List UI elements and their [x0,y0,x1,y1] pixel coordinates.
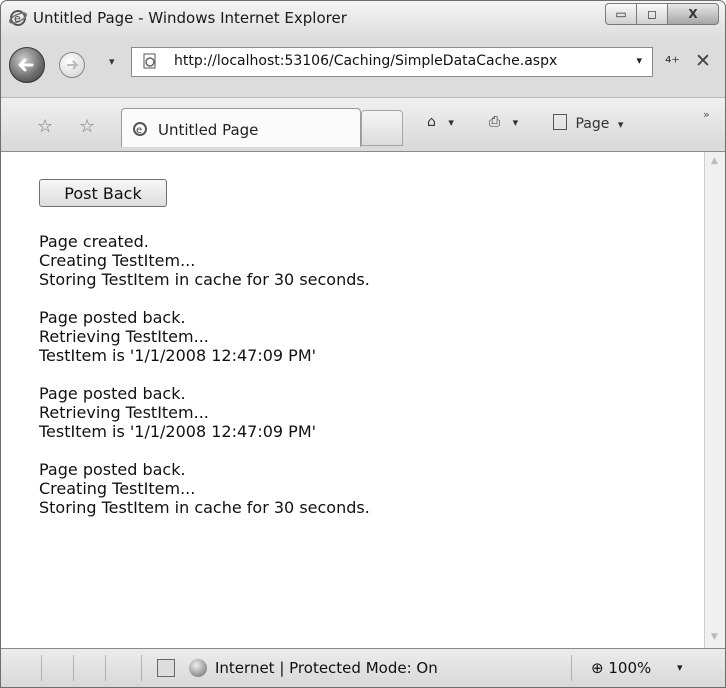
favorites-star-icon[interactable]: ☆ [37,116,53,137]
home-menu-arrow: ▾ [448,116,454,129]
window-title: Untitled Page - Windows Internet Explore… [33,9,347,27]
log-line: Retrieving TestItem... [39,403,209,422]
page-menu-button[interactable]: Page ▾ [553,114,623,132]
forward-button[interactable] [59,52,85,78]
log-line: Creating TestItem... [39,251,196,270]
url-text[interactable]: http://localhost:53106/Caching/SimpleDat… [174,53,557,69]
navigation-bar: ▾ http://localhost:53106/Caching/SimpleD… [1,39,725,83]
title-bar: e Untitled Page - Windows Internet Explo… [1,1,725,35]
security-report-icon[interactable] [157,659,175,677]
web-page: Post Back Page created. Creating TestIte… [1,152,705,648]
print-icon: ⎙ [489,114,501,130]
svg-text:e: e [136,125,142,136]
back-arrow-icon [18,58,34,72]
page-menu-label: Page [575,116,610,132]
address-bar[interactable]: http://localhost:53106/Caching/SimpleDat… [131,47,653,77]
log-line: Storing TestItem in cache for 30 seconds… [39,270,370,289]
zoom-icon: ⊕ [591,659,604,677]
log-line: Page posted back. [39,460,186,479]
svg-text:e: e [14,12,21,25]
status-divider [105,655,106,681]
close-button[interactable]: X [668,3,719,25]
home-button[interactable]: ⌂ ▾ [427,114,454,130]
zoom-level[interactable]: ⊕ 100% [591,659,651,677]
ie-logo-icon: e [9,10,27,26]
log-line: TestItem is '1/1/2008 12:47:09 PM' [39,346,317,365]
post-back-button[interactable]: Post Back [39,179,167,207]
log-group: Page posted back. Retrieving TestItem...… [39,384,639,441]
print-menu-arrow: ▾ [512,116,519,129]
home-icon: ⌂ [427,114,436,130]
browser-window: e Untitled Page - Windows Internet Explo… [0,0,726,688]
zone-status[interactable]: Internet | Protected Mode: On [215,659,438,677]
vertical-scrollbar[interactable]: ▲ ▼ [704,152,725,648]
add-favorites-icon[interactable]: ☆ [79,116,95,137]
page-menu-arrow: ▾ [617,118,624,131]
globe-icon [189,659,207,677]
zoom-value: 100% [608,659,652,677]
page-content: Post Back Page created. Creating TestIte… [1,151,725,649]
zoom-dropdown[interactable]: ▾ [677,661,683,674]
page-menu-icon [553,114,567,130]
scroll-up-arrow-icon[interactable]: ▲ [711,156,718,166]
log-line: Storing TestItem in cache for 30 seconds… [39,498,370,517]
print-button[interactable]: ⎙ ▾ [489,114,518,130]
back-button[interactable] [9,47,45,83]
log-group: Page created. Creating TestItem... Stori… [39,232,639,289]
toolbar-overflow-button[interactable]: » [703,108,710,121]
new-tab-button[interactable] [361,110,403,146]
status-bar: Internet | Protected Mode: On ⊕ 100% ▾ [1,649,725,687]
cache-log: Page created. Creating TestItem... Stori… [39,232,639,536]
recent-pages-dropdown[interactable]: ▾ [109,55,115,68]
log-line: TestItem is '1/1/2008 12:47:09 PM' [39,422,317,441]
address-dropdown-button[interactable]: ▾ [636,54,642,67]
log-line: Retrieving TestItem... [39,327,209,346]
tab-label: Untitled Page [158,121,259,139]
refresh-button[interactable]: ⁴⁺ [665,53,680,72]
status-divider [571,655,572,681]
scroll-down-arrow-icon[interactable]: ▼ [711,632,718,642]
page-icon: e [133,122,147,136]
log-line: Creating TestItem... [39,479,196,498]
status-divider [41,655,42,681]
log-line: Page posted back. [39,384,186,403]
window-controls: ▭ ◻ X [605,3,719,25]
stop-button[interactable]: ✕ [695,50,711,72]
log-group: Page posted back. Creating TestItem... S… [39,460,639,517]
page-icon [143,53,156,69]
tab-bar: ☆ ☆ e Untitled Page ⌂ ▾ ⎙ ▾ Page ▾ » [1,97,725,148]
log-line: Page posted back. [39,308,186,327]
log-group: Page posted back. Retrieving TestItem...… [39,308,639,365]
status-divider [73,655,74,681]
forward-arrow-icon [67,60,79,70]
maximize-button[interactable]: ◻ [637,3,668,25]
log-line: Page created. [39,232,149,251]
status-divider [141,655,142,681]
tab-untitled-page[interactable]: e Untitled Page [121,108,361,147]
minimize-button[interactable]: ▭ [605,3,637,25]
